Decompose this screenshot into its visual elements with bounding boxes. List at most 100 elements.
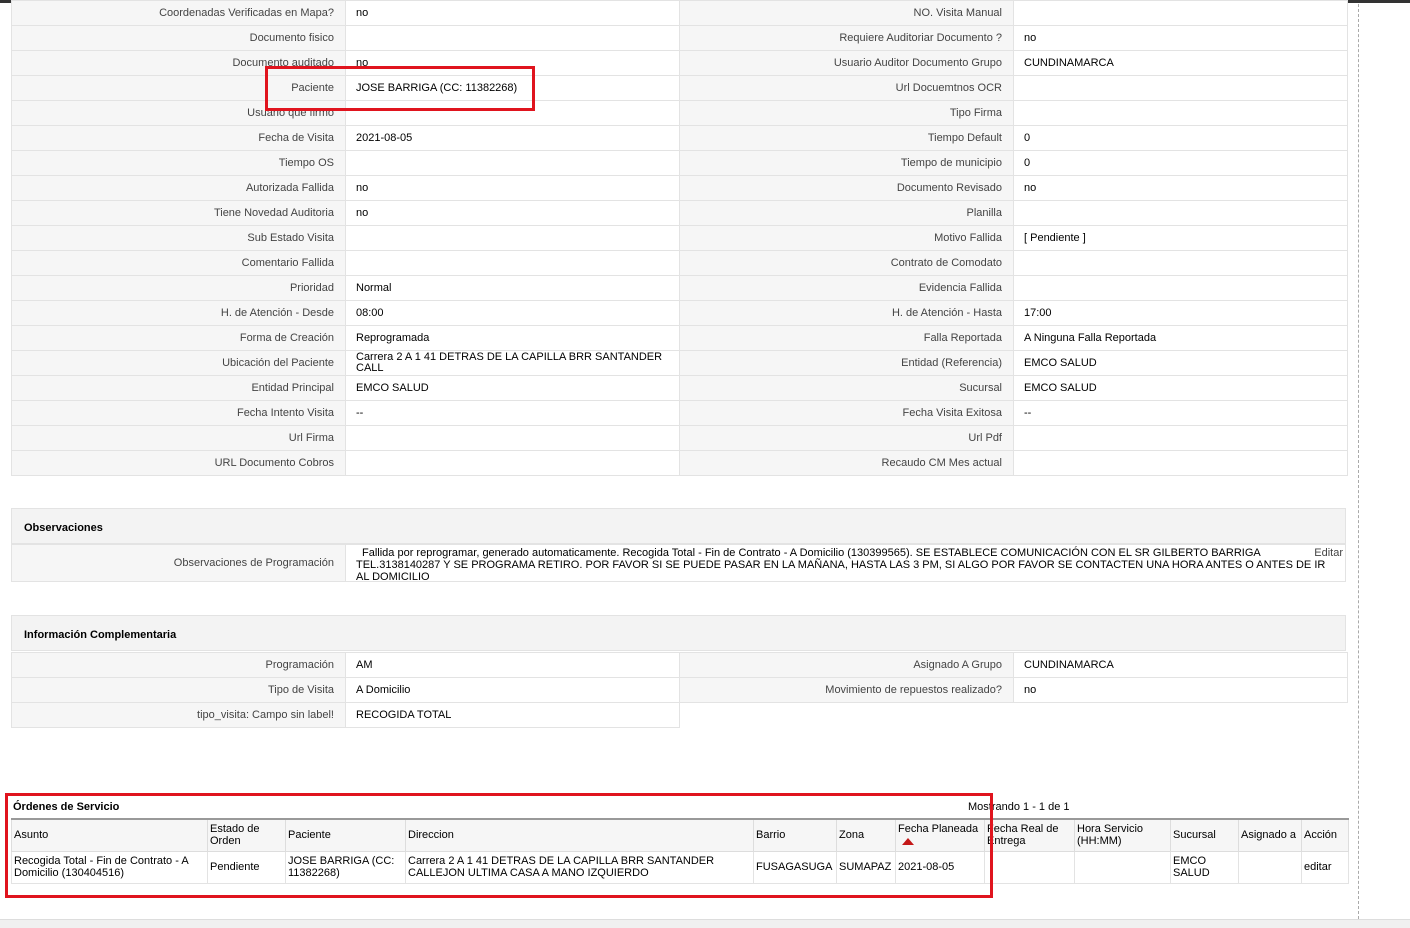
complementaria-table: Programación AM Asignado A Grupo CUNDINAMAR…: [11, 652, 1348, 728]
cell-zona: SUMAPAZ: [836, 850, 896, 884]
field-autorizada-fallida-label: Autorizada Fallida: [11, 175, 346, 201]
column-header-barrio[interactable]: Barrio: [753, 818, 837, 852]
field-fecha-de-visita-label: Fecha de Visita: [11, 125, 346, 151]
field-documento-revisado-value: no: [1013, 175, 1348, 201]
field-entidad-principal-value: EMCO SALUD: [345, 375, 680, 401]
field-usuario-que-firmo-label: Usuario que firmo: [11, 100, 346, 126]
cell-hora-servicio-hh-mm: [1074, 850, 1171, 884]
details-row: Paciente JOSE BARRIGA (CC: 11382268) Url D…: [11, 75, 1348, 101]
column-header-hora-servicio-hh-mm[interactable]: Hora Servicio (HH:MM): [1074, 818, 1171, 852]
field-comentario-fallida-value: [345, 250, 680, 276]
column-header-direccion[interactable]: Direccion: [405, 818, 754, 852]
complementaria-header: Información Complementaria: [11, 615, 1346, 651]
field-requiere-auditoriar-documento-value: no: [1013, 25, 1348, 51]
field-tiempo-os-value: [345, 150, 680, 176]
cell-barrio: FUSAGASUGA: [753, 850, 837, 884]
cell-fecha-real-de-entrega: [984, 850, 1075, 884]
field-contrato-de-comodato-label: Contrato de Comodato: [679, 250, 1014, 276]
column-header-label: Zona: [839, 829, 865, 842]
column-header-accion[interactable]: Acción: [1301, 818, 1349, 852]
column-header-paciente[interactable]: Paciente: [285, 818, 406, 852]
field-entidad-principal-label: Entidad Principal: [11, 375, 346, 401]
field-recaudo-cm-mes-actual-label: Recaudo CM Mes actual: [679, 450, 1014, 476]
observaciones-header: Observaciones: [11, 508, 1346, 544]
field-no-visita-manual-label: NO. Visita Manual: [679, 0, 1014, 26]
field-falla-reportada-label: Falla Reportada: [679, 325, 1014, 351]
table-row: Recogida Total - Fin de Contrato - A Dom…: [11, 850, 1349, 884]
field-entidad-referencia-label: Entidad (Referencia): [679, 350, 1014, 376]
column-header-zona[interactable]: Zona: [836, 818, 896, 852]
ordenes-section: Órdenes de Servicio Mostrando 1 - 1 de 1…: [11, 798, 1349, 884]
field-tipo-de-visita-label: Tipo de Visita: [11, 677, 346, 703]
details-row: Ubicación del Paciente Carrera 2 A 1 41 D…: [11, 350, 1348, 376]
field-forma-de-creacion-label: Forma de Creación: [11, 325, 346, 351]
ordenes-header: Órdenes de Servicio Mostrando 1 - 1 de 1: [11, 798, 1348, 818]
field-tiene-novedad-auditoria-value: no: [345, 200, 680, 226]
field-motivo-fallida-value: [ Pendiente ]: [1013, 225, 1348, 251]
cell-accion[interactable]: editar: [1301, 850, 1349, 884]
cell-asignado-a: [1238, 850, 1302, 884]
details-row: Fecha Intento Visita -- Fecha Visita Exito…: [11, 400, 1348, 426]
complementaria-row: tipo_visita: Campo sin label! RECOGIDA TO…: [11, 702, 1348, 728]
details-row: Forma de Creación Reprogramada Falla Repor…: [11, 325, 1348, 351]
field-url-docuemtnos-ocr-label: Url Docuemtnos OCR: [679, 75, 1014, 101]
cell-fecha-planeada: 2021-08-05: [895, 850, 985, 884]
field-fecha-visita-exitosa-value: --: [1013, 400, 1348, 426]
field-motivo-fallida-label: Motivo Fallida: [679, 225, 1014, 251]
complementaria-row: Tipo de Visita A Domicilio Movimiento de r…: [11, 677, 1348, 703]
column-header-label: Direccion: [408, 829, 454, 842]
details-row: H. de Atención - Desde 08:00 H. de Atenció…: [11, 300, 1348, 326]
field-documento-fisico-value: [345, 25, 680, 51]
details-row: Tiempo OS Tiempo de municipio 0: [11, 150, 1348, 176]
field-comentario-fallida-label: Comentario Fallida: [11, 250, 346, 276]
column-header-label: Barrio: [756, 829, 786, 842]
field-tipo-firma-value: [1013, 100, 1348, 126]
field-sucursal-label: Sucursal: [679, 375, 1014, 401]
cell-estado-de-orden: Pendiente: [207, 850, 286, 884]
details-row: Documento auditado no Usuario Auditor Docu…: [11, 50, 1348, 76]
field-sub-estado-visita-value: [345, 225, 680, 251]
field-tipo-firma-label: Tipo Firma: [679, 100, 1014, 126]
details-row: Usuario que firmo Tipo Firma: [11, 100, 1348, 126]
ordenes-table: Asunto Estado de Orden Paciente Direccion Ba…: [11, 818, 1349, 884]
bottom-bar: [0, 919, 1410, 928]
sort-ascending-icon[interactable]: [902, 837, 914, 845]
field-evidencia-fallida-label: Evidencia Fallida: [679, 275, 1014, 301]
column-header-label: Acción: [1304, 829, 1338, 842]
details-row: Sub Estado Visita Motivo Fallida[ Pendien…: [11, 225, 1348, 251]
field-recaudo-cm-mes-actual-value: [1013, 450, 1348, 476]
field-tiempo-os-label: Tiempo OS: [11, 150, 346, 176]
column-header-fecha-planeada[interactable]: Fecha Planeada: [895, 818, 985, 852]
column-header-asunto[interactable]: Asunto: [11, 818, 208, 852]
column-header-asignado-a[interactable]: Asignado a: [1238, 818, 1302, 852]
complementaria-row: Programación AM Asignado A Grupo CUNDINAMAR…: [11, 652, 1348, 678]
column-header-estado-de-orden[interactable]: Estado de Orden: [207, 818, 286, 852]
field-tiempo-de-municipio-value: 0: [1013, 150, 1348, 176]
field-prioridad-label: Prioridad: [11, 275, 346, 301]
field-fecha-intento-visita-label: Fecha Intento Visita: [11, 400, 346, 426]
observaciones-value: Fallida por reprogramar, generado automa…: [346, 545, 1345, 583]
column-header-label: Paciente: [288, 829, 331, 842]
field-fecha-visita-exitosa-label: Fecha Visita Exitosa: [679, 400, 1014, 426]
field-movimiento-de-repuestos-realizado-value: no: [1013, 677, 1348, 703]
field-movimiento-de-repuestos-realizado-label: Movimiento de repuestos realizado?: [679, 677, 1014, 703]
field-tiene-novedad-auditoria-label: Tiene Novedad Auditoria: [11, 200, 346, 226]
column-header-fecha-real-de-entrega[interactable]: Fecha Real de Entrega: [984, 818, 1075, 852]
field-programacion-value: AM: [345, 652, 680, 678]
column-header-sucursal[interactable]: Sucursal: [1170, 818, 1239, 852]
observaciones-edit-link[interactable]: Editar: [1314, 547, 1343, 559]
field-url-documento-cobros-value: [345, 450, 680, 476]
ordenes-pagination: Mostrando 1 - 1 de 1: [968, 801, 1070, 813]
field-sucursal-value: EMCO SALUD: [1013, 375, 1348, 401]
field-usuario-auditor-documento-grupo-label: Usuario Auditor Documento Grupo: [679, 50, 1014, 76]
field-planilla-value: [1013, 200, 1348, 226]
cell-paciente: JOSE BARRIGA (CC: 11382268): [285, 850, 406, 884]
field-programacion-label: Programación: [11, 652, 346, 678]
details-row: Fecha de Visita 2021-08-05 Tiempo Default 0: [11, 125, 1348, 151]
field-fecha-intento-visita-value: --: [345, 400, 680, 426]
field-tiempo-default-value: 0: [1013, 125, 1348, 151]
field-no-visita-manual-value: [1013, 0, 1348, 26]
field-evidencia-fallida-value: [1013, 275, 1348, 301]
column-header-label: Estado de Orden: [210, 823, 260, 848]
column-header-label: Hora Servicio (HH:MM): [1077, 823, 1144, 848]
